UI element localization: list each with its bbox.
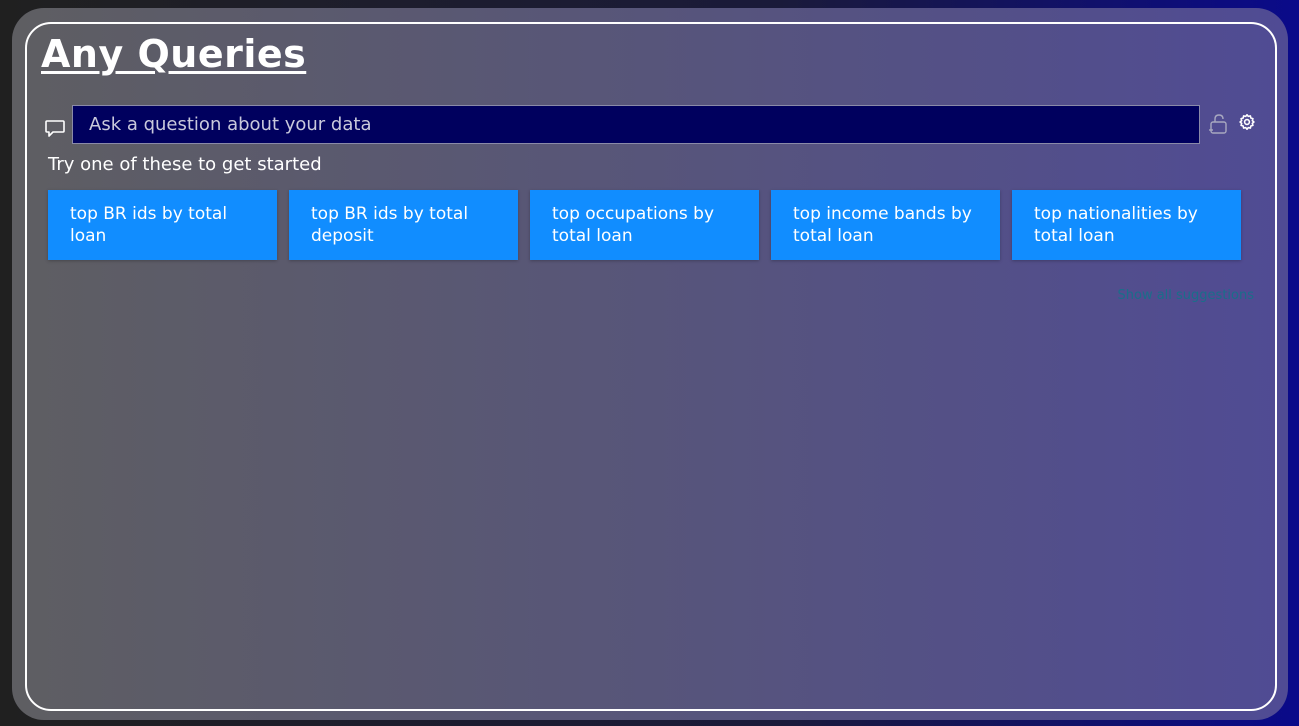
qa-question-input[interactable] bbox=[72, 105, 1200, 144]
suggestion-button[interactable]: top BR ids by total loan bbox=[48, 190, 277, 260]
gear-icon[interactable] bbox=[1238, 113, 1256, 131]
chat-bubble-icon bbox=[44, 117, 66, 139]
visual-card-outer: Any Queries Ask a question about your da… bbox=[12, 8, 1288, 720]
page-title: Any Queries bbox=[41, 32, 307, 76]
suggestion-button[interactable]: top BR ids by total deposit bbox=[289, 190, 518, 260]
suggestion-button[interactable]: top occupations by total loan bbox=[530, 190, 759, 260]
suggestions-heading: Try one of these to get started bbox=[48, 154, 322, 175]
suggestion-button[interactable]: top nationalities by total loan bbox=[1012, 190, 1241, 260]
show-all-suggestions-link[interactable]: Show all suggestions bbox=[1118, 288, 1255, 303]
qa-input-row bbox=[27, 105, 1275, 145]
unlock-icon[interactable] bbox=[1207, 112, 1231, 136]
suggestion-button[interactable]: top income bands by total loan bbox=[771, 190, 1000, 260]
qa-visual-frame: Any Queries Ask a question about your da… bbox=[25, 22, 1277, 711]
